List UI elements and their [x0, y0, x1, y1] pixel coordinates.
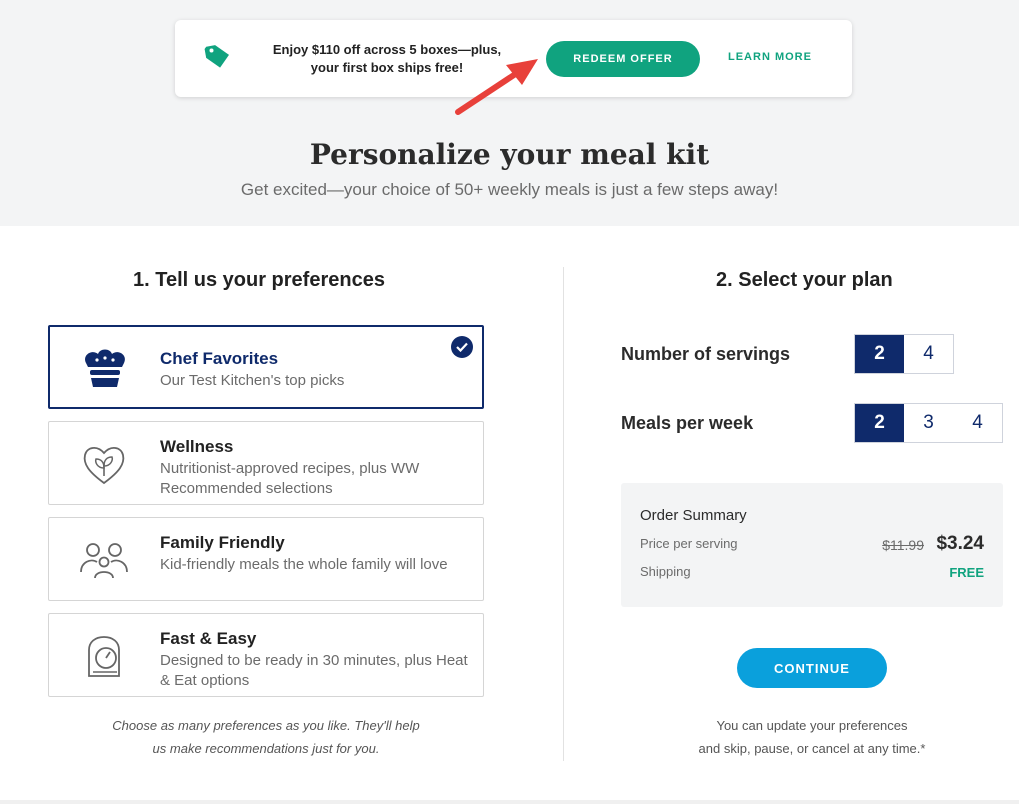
preference-desc: Kid-friendly meals the whole family will…: [160, 556, 448, 573]
checkmark-icon: [451, 336, 473, 358]
servings-label: Number of servings: [621, 344, 791, 364]
redeem-offer-button[interactable]: REDEEM OFFER: [546, 41, 700, 77]
page-title: Personalize your meal kit: [309, 138, 710, 171]
plan-note-line1: You can update your preferences: [716, 718, 908, 733]
family-icon: [77, 538, 131, 582]
price-tag-icon: [203, 42, 231, 75]
column-divider: [563, 267, 564, 761]
servings-option-2[interactable]: 2: [855, 335, 904, 373]
preference-card-fast-easy[interactable]: Fast & Easy Designed to be ready in 30 m…: [48, 613, 484, 697]
preference-card-chef-favorites[interactable]: Chef Favorites Our Test Kitchen's top pi…: [48, 325, 484, 409]
servings-selector: 2 4: [854, 334, 954, 374]
plan-heading: 2. Select your plan: [716, 269, 893, 291]
preference-name: Family Friendly: [160, 533, 285, 552]
meals-option-3[interactable]: 3: [904, 404, 953, 442]
preference-card-family-friendly[interactable]: Family Friendly Kid-friendly meals the w…: [48, 517, 484, 601]
preference-desc: Designed to be ready in 30 minutes, plus…: [160, 652, 468, 689]
preference-name: Chef Favorites: [160, 349, 279, 368]
footer-divider: [0, 800, 1019, 804]
plan-note-line2: and skip, pause, or cancel at any time.*: [698, 741, 926, 756]
old-price: $11.99: [882, 537, 924, 553]
shipping-label: Shipping: [640, 564, 691, 579]
preferences-note-line2: us make recommendations just for you.: [152, 741, 380, 756]
annotation-arrow-icon: [455, 59, 538, 115]
continue-button[interactable]: CONTINUE: [737, 648, 887, 688]
servings-option-4[interactable]: 4: [904, 335, 953, 373]
order-summary-title: Order Summary: [640, 507, 747, 524]
preference-name: Wellness: [160, 437, 234, 456]
preferences-note: Choose as many preferences as you like. …: [48, 714, 484, 760]
preference-card-wellness[interactable]: Wellness Nutritionist-approved recipes, …: [48, 421, 484, 505]
meals-per-week-label: Meals per week: [621, 413, 754, 433]
price-per-serving-label: Price per serving: [640, 536, 738, 551]
timer-icon: [77, 634, 131, 678]
chef-hat-icon: [78, 347, 132, 391]
heart-leaf-icon: [77, 442, 131, 486]
preference-desc: Our Test Kitchen's top picks: [160, 372, 345, 389]
meals-option-2[interactable]: 2: [855, 404, 904, 442]
order-summary: Order Summary Price per serving $11.99 $…: [621, 483, 1003, 607]
learn-more-link[interactable]: LEARN MORE: [728, 51, 812, 63]
preferences-heading: 1. Tell us your preferences: [133, 269, 385, 291]
preference-name: Fast & Easy: [160, 629, 257, 648]
meals-per-week-selector: 2 3 4: [854, 403, 1003, 443]
shipping-value: FREE: [949, 565, 984, 580]
meals-option-4[interactable]: 4: [953, 404, 1002, 442]
preferences-note-line1: Choose as many preferences as you like. …: [112, 718, 420, 733]
new-price: $3.24: [936, 533, 984, 554]
preference-desc: Nutritionist-approved recipes, plus WW R…: [160, 460, 420, 497]
plan-note: You can update your preferences and skip…: [621, 714, 1003, 760]
page-subtitle: Get excited—your choice of 50+ weekly me…: [240, 180, 779, 199]
